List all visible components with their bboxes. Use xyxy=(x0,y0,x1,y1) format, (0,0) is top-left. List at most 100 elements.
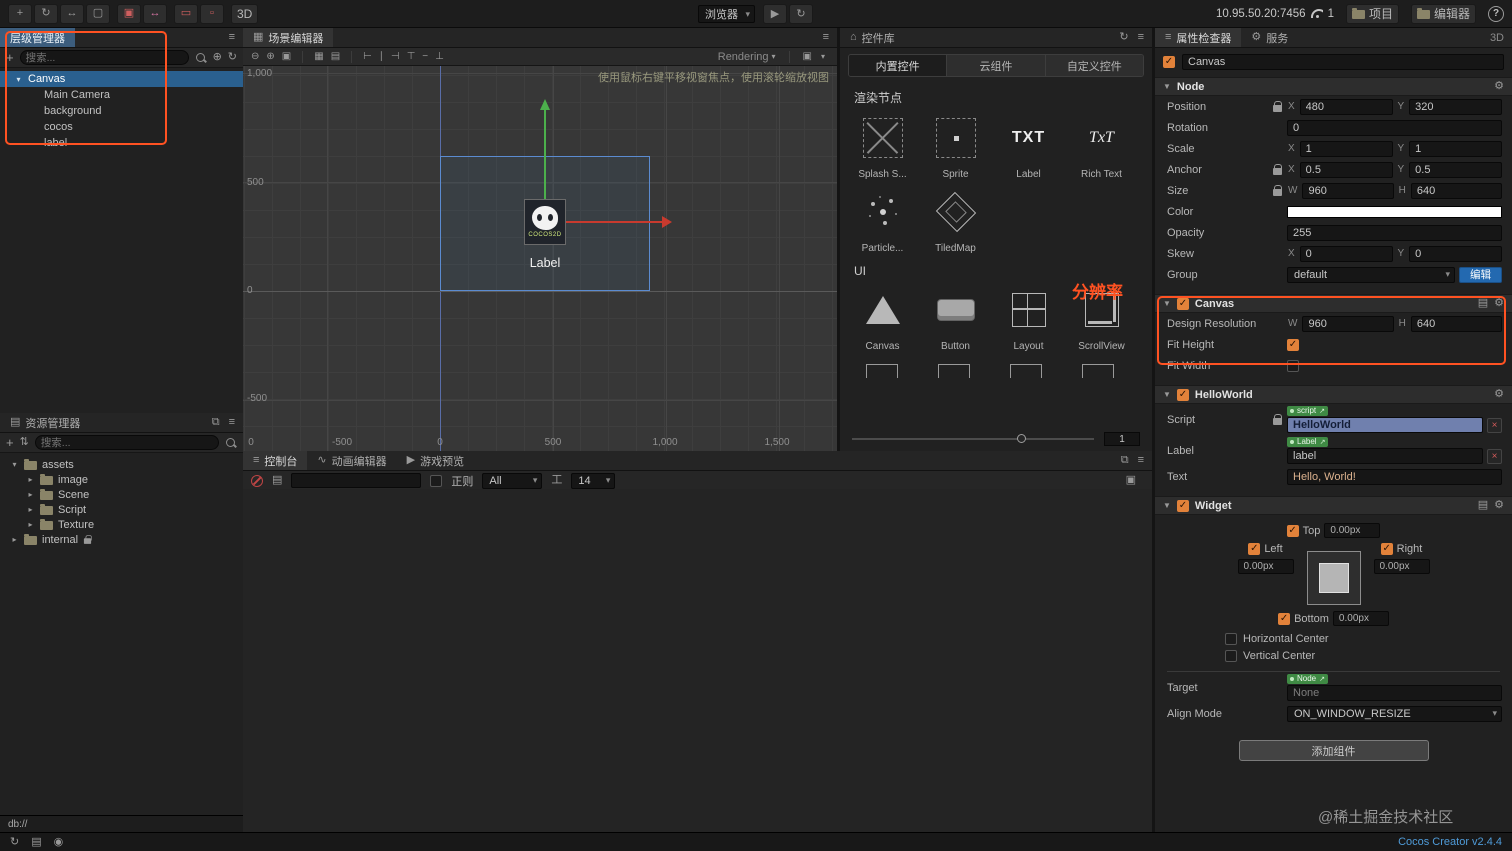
tree-node-internal[interactable]: ▸ internal xyxy=(0,532,243,547)
search-icon[interactable] xyxy=(225,437,237,449)
align-bottom-icon[interactable]: ⊥ xyxy=(435,51,444,62)
group-edit-button[interactable]: 编辑 xyxy=(1459,266,1502,283)
tree-node-image[interactable]: ▸ image xyxy=(0,472,243,487)
lock-icon[interactable] xyxy=(1272,185,1282,196)
rotate-tool-button[interactable]: ↻ xyxy=(34,3,58,24)
tree-node-script[interactable]: ▸ Script xyxy=(0,502,243,517)
refresh-icon[interactable]: ↻ xyxy=(228,52,237,63)
align-left-icon[interactable]: ⊢ xyxy=(363,51,372,62)
library-item-layout[interactable]: Layout xyxy=(992,288,1065,352)
refresh-preview-button[interactable]: ↻ xyxy=(789,4,813,24)
chevron-down-icon[interactable]: ▾ xyxy=(821,52,825,61)
disclosure-closed-icon[interactable]: ▸ xyxy=(26,475,35,484)
align-center-icon[interactable]: ∣ xyxy=(379,51,384,62)
disclosure-closed-icon[interactable]: ▸ xyxy=(26,490,35,499)
open-script-icon[interactable]: ↗ xyxy=(1319,408,1325,415)
canvas-enabled-checkbox[interactable] xyxy=(1176,297,1189,310)
panel-menu-icon[interactable]: ≡ xyxy=(823,32,829,43)
rotation-input[interactable] xyxy=(1287,119,1502,136)
widget-left-checkbox[interactable] xyxy=(1248,543,1261,555)
tree-node-canvas[interactable]: ▾ Canvas xyxy=(0,71,243,87)
align-middle-icon[interactable]: − xyxy=(422,51,428,62)
cocos-sprite[interactable]: COCOS2D xyxy=(524,199,566,245)
widget-library-tab[interactable]: ⌂ 控件库 xyxy=(840,28,905,47)
widget-top-checkbox[interactable] xyxy=(1286,524,1299,537)
node-section-header[interactable]: ▼ Node ⚙ xyxy=(1155,77,1512,96)
library-item-particle[interactable]: Particle... xyxy=(846,190,919,254)
zoom-in-icon[interactable]: ⊕ xyxy=(266,51,274,62)
panel-menu-icon[interactable]: ≡ xyxy=(229,417,235,428)
zoom-fit-icon[interactable]: ▣ xyxy=(282,51,291,62)
size-h-input[interactable] xyxy=(1410,182,1502,199)
library-item-label[interactable]: TXT Label xyxy=(992,116,1065,180)
position-y-input[interactable] xyxy=(1409,98,1502,115)
remove-script-button[interactable]: × xyxy=(1487,417,1502,433)
properties-tab[interactable]: ≡ 属性检查器 xyxy=(1155,28,1242,47)
panel-menu-icon[interactable]: ≡ xyxy=(1138,455,1144,466)
gizmo-border-button[interactable]: ▫ xyxy=(200,3,224,24)
tree-node-texture[interactable]: ▸ Texture xyxy=(0,517,243,532)
disclosure-closed-icon[interactable]: ▸ xyxy=(26,505,35,514)
tree-node-cocos[interactable]: cocos xyxy=(0,119,243,135)
fit-height-checkbox[interactable] xyxy=(1287,338,1299,351)
design-resolution-w-input[interactable] xyxy=(1302,315,1394,332)
preview-target-dropdown[interactable]: 浏览器 xyxy=(698,5,755,23)
tree-node-assets[interactable]: ▾ assets xyxy=(0,457,243,472)
assets-tab[interactable]: ▤ 资源管理器 xyxy=(0,413,90,432)
helloworld-enabled-checkbox[interactable] xyxy=(1176,388,1189,401)
game-preview-tab[interactable]: ▶ 游戏预览 xyxy=(397,451,474,470)
disclosure-open-icon[interactable]: ▾ xyxy=(14,75,23,84)
zoom-slider-handle[interactable] xyxy=(1016,434,1026,443)
tab-cloud-widgets[interactable]: 云组件 xyxy=(947,55,1046,76)
widget-right-input[interactable] xyxy=(1373,559,1430,574)
node-type-badge[interactable]: Node ↗ xyxy=(1287,674,1328,684)
log-file-icon[interactable]: ▤ xyxy=(272,475,282,486)
gizmo-rect-button[interactable]: ▭ xyxy=(174,3,198,24)
library-item-tiledmap[interactable]: TiledMap xyxy=(919,190,992,254)
skew-y-input[interactable] xyxy=(1409,245,1502,262)
tree-node-label[interactable]: label xyxy=(0,135,243,151)
target-node-input[interactable] xyxy=(1287,685,1502,701)
script-type-badge[interactable]: script ↗ xyxy=(1287,406,1328,416)
open-editor-button[interactable]: 编辑器 xyxy=(1410,3,1476,24)
disclosure-open-icon[interactable]: ▾ xyxy=(10,460,19,469)
group-dropdown[interactable]: default xyxy=(1287,266,1455,283)
scale-y-input[interactable] xyxy=(1409,140,1502,157)
hierarchy-tab[interactable]: 层级管理器 xyxy=(0,28,75,47)
lock-icon[interactable] xyxy=(1272,101,1282,112)
console-settings-icon[interactable]: ▣ xyxy=(1126,475,1136,486)
widget-left-input[interactable] xyxy=(1237,559,1294,574)
console-output[interactable] xyxy=(243,489,1152,832)
zoom-out-icon[interactable]: ⊖ xyxy=(251,51,259,62)
anchor-x-input[interactable] xyxy=(1299,161,1393,178)
gear-icon[interactable]: ⚙ xyxy=(1494,500,1504,511)
move-tool-button[interactable]: + xyxy=(8,3,32,24)
clear-console-icon[interactable] xyxy=(251,474,263,487)
doc-icon[interactable]: ▤ xyxy=(1478,298,1488,309)
create-node-button[interactable]: + xyxy=(6,51,14,64)
hierarchy-search-input[interactable] xyxy=(25,51,183,64)
log-icon[interactable]: ▤ xyxy=(31,836,41,848)
widget-bottom-checkbox[interactable] xyxy=(1278,612,1291,625)
label-type-badge[interactable]: Label ↗ xyxy=(1287,437,1329,447)
lock-icon[interactable] xyxy=(1272,164,1282,175)
add-component-button[interactable]: 添加组件 xyxy=(1238,740,1429,761)
widget-section-header[interactable]: ▼ Widget ▤ ⚙ xyxy=(1155,496,1512,515)
zoom-slider[interactable] xyxy=(852,434,1094,443)
widget-enabled-checkbox[interactable] xyxy=(1176,499,1189,512)
tree-node-scene[interactable]: ▸ Scene xyxy=(0,487,243,502)
lock-icon[interactable] xyxy=(1272,414,1282,425)
script-asset-input[interactable] xyxy=(1287,417,1483,433)
animation-editor-tab[interactable]: ∿ 动画编辑器 xyxy=(307,451,396,470)
compile-icon[interactable]: ↻ xyxy=(10,836,19,848)
align-mode-dropdown[interactable]: ON_WINDOW_RESIZE xyxy=(1287,705,1502,722)
create-asset-button[interactable]: + xyxy=(6,436,14,449)
open-node-icon[interactable]: ↗ xyxy=(1319,676,1325,683)
rendering-dropdown[interactable]: Rendering ▾ xyxy=(718,51,776,63)
locate-icon[interactable]: ⊕ xyxy=(213,52,222,63)
helloworld-section-header[interactable]: ▼ HelloWorld ⚙ xyxy=(1155,385,1512,404)
canvas-section-header[interactable]: ▼ Canvas ▤ ⚙ xyxy=(1155,294,1512,313)
zoom-value[interactable]: 1 xyxy=(1104,432,1140,446)
panel-expand-icon[interactable]: ⧉ xyxy=(1121,455,1129,466)
tree-node-main-camera[interactable]: Main Camera xyxy=(0,87,243,103)
